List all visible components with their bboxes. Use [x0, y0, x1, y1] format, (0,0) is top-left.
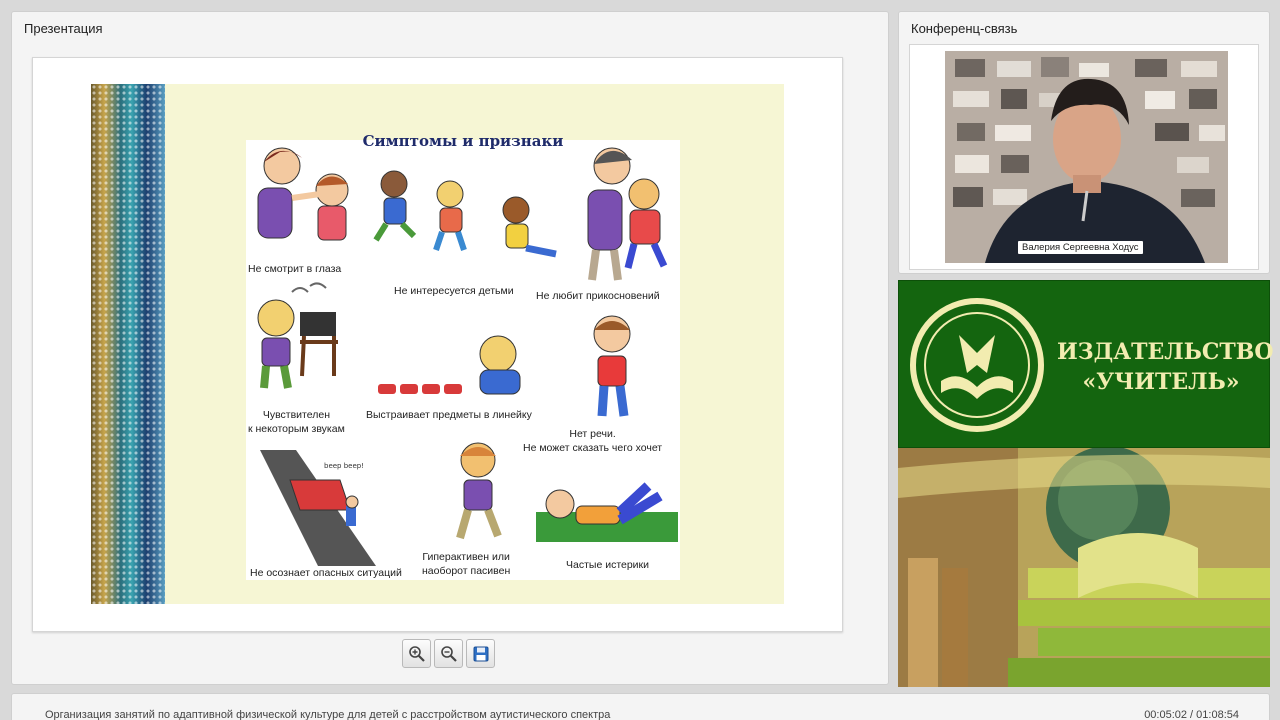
presentation-title: Презентация [24, 21, 103, 36]
sound-effect-text: beep beep! [324, 462, 364, 470]
publisher-photo-books-globe [898, 448, 1270, 687]
caption-danger-unaware: Не осознает опасных ситуаций [250, 567, 402, 579]
slide-viewer[interactable]: Симптомы и признаки Не смотрит в глаза Н… [32, 57, 843, 632]
playback-timer: 00:05:02 / 01:08:54 [1144, 709, 1239, 720]
illustration-eye-contact [257, 147, 349, 241]
conference-title: Конференц-связь [911, 21, 1018, 36]
save-button[interactable] [466, 639, 495, 668]
illustration-no-touch [587, 147, 668, 281]
caption-hyperactive: Гиперактивен или наоборот пасивен [422, 551, 511, 577]
illustration-danger-unaware: beep beep! [260, 450, 376, 566]
conference-panel: Конференц-связь Валерия Сергеевна Ходус [898, 11, 1270, 274]
publisher-logo [910, 298, 1044, 432]
caption-tantrums: Частые истерики [566, 559, 650, 571]
illustration-sound-sensitive [257, 282, 338, 389]
slide-decor-strip [91, 84, 165, 604]
caption-eye-contact: Не смотрит в глаза [248, 263, 342, 275]
publisher-name-line2: «УЧИТЕЛЬ» [1082, 369, 1240, 395]
illustration-no-speech [593, 315, 631, 417]
zoom-in-icon [408, 645, 425, 662]
slide: Симптомы и признаки Не смотрит в глаза Н… [91, 84, 784, 604]
illustration-kids-playing [373, 170, 557, 258]
presenter-name-label: Валерия Сергеевна Ходус [1018, 241, 1143, 254]
footer-bar: Организация занятий по адаптивной физиче… [11, 693, 1270, 720]
publisher-name: ИЗДАТЕЛЬСТВО «УЧИТЕЛЬ» [1057, 337, 1274, 397]
presentation-panel: Презентация Симптомы и признаки Не смотр… [11, 11, 889, 685]
video-frame: Валерия Сергеевна Ходус [909, 44, 1259, 270]
illustration-lining-up [378, 335, 521, 395]
presentation-toolbar [402, 639, 495, 671]
books-globe-illustration [898, 448, 1270, 687]
caption-no-speech: Нет речи. Не может сказать чего хочет [523, 428, 663, 454]
webcam-video[interactable]: Валерия Сергеевна Ходус [945, 51, 1228, 263]
slide-content: Симптомы и признаки Не смотрит в глаза Н… [246, 132, 680, 580]
caption-lining-up: Выстраивает предметы в линейку [366, 409, 532, 421]
lecture-title: Организация занятий по адаптивной физиче… [45, 709, 611, 720]
zoom-in-button[interactable] [402, 639, 431, 668]
caption-no-touch: Не любит прикосновений [536, 290, 660, 302]
publisher-name-line1: ИЗДАТЕЛЬСТВО [1057, 339, 1274, 365]
illustration-hyperactive [456, 442, 502, 540]
illustration-tantrum [536, 482, 678, 542]
caption-no-interest-kids: Не интересуется детьми [394, 285, 514, 297]
caption-sound-sensitive: Чувствителен к некоторым звукам [248, 409, 345, 435]
zoom-out-icon [440, 645, 457, 662]
video-background-wall [945, 51, 1228, 263]
publisher-banner: ИЗДАТЕЛЬСТВО «УЧИТЕЛЬ» [898, 280, 1274, 448]
save-icon [473, 646, 488, 661]
zoom-out-button[interactable] [434, 639, 463, 668]
